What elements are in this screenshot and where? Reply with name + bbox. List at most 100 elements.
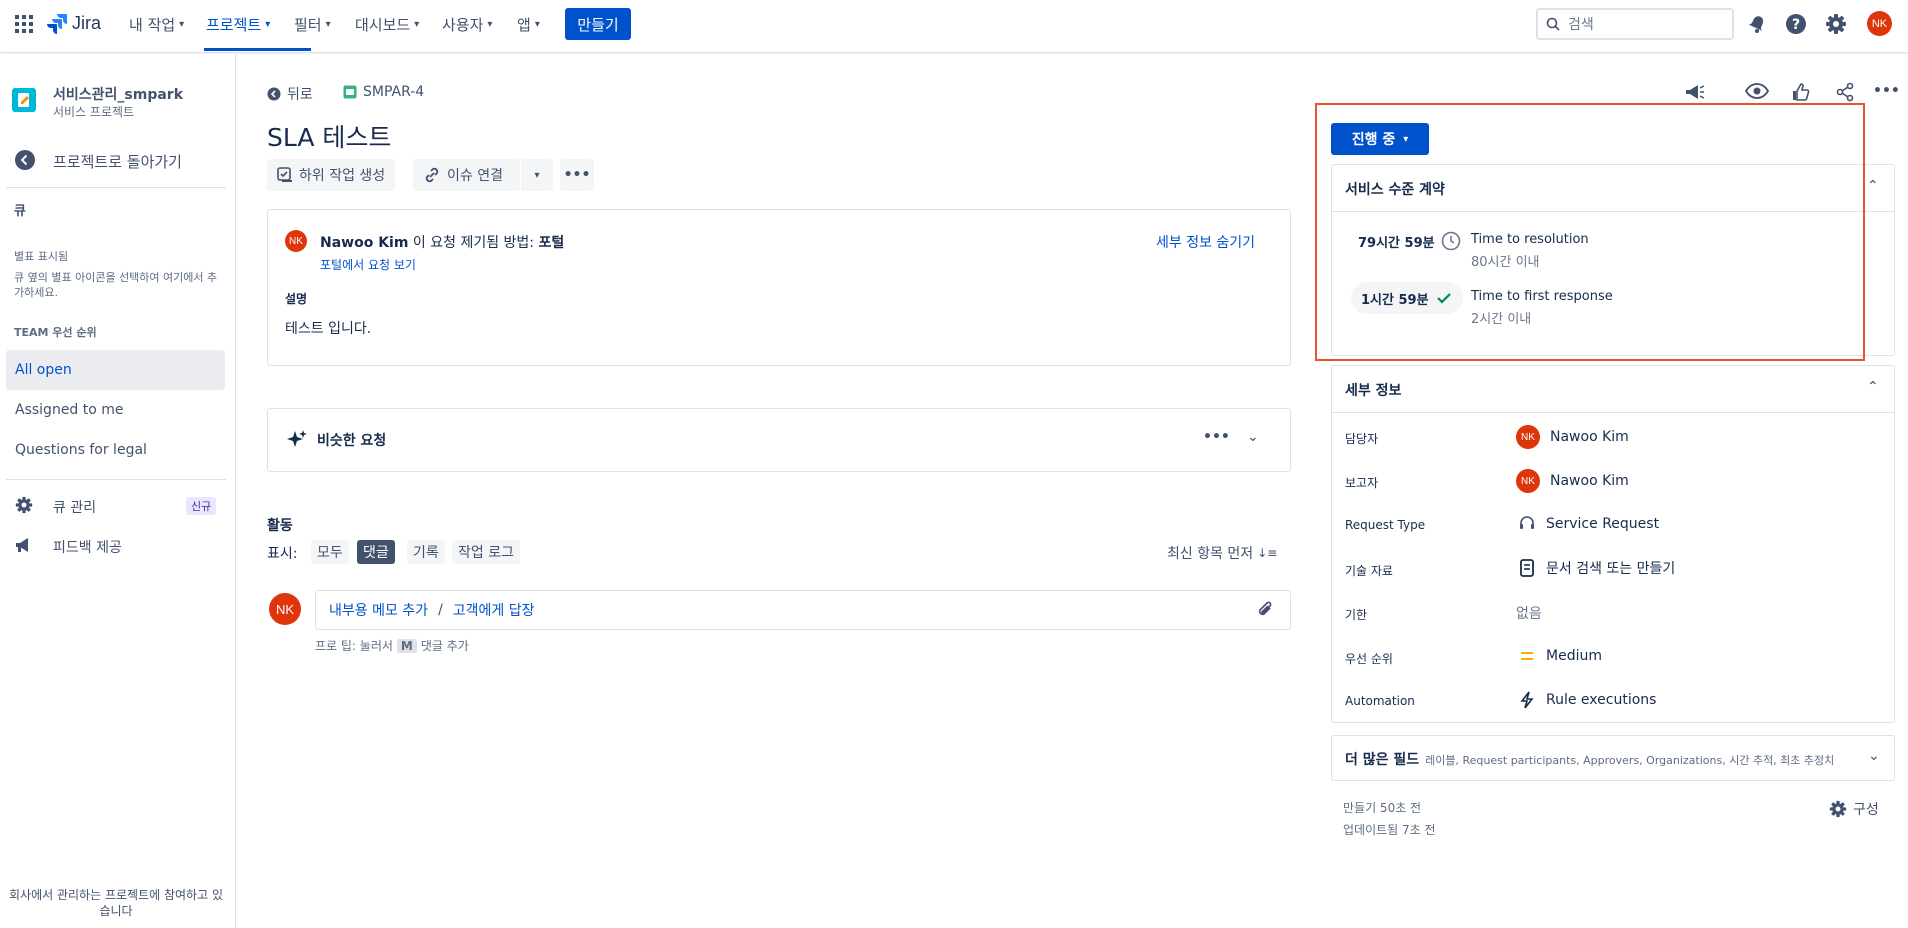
subtask-icon [277,167,292,182]
issue-key-link[interactable]: SMPAR-4 [343,84,424,100]
highlight-annotation-box [1315,103,1865,361]
add-internal-note[interactable]: 내부용 메모 추가 [329,600,428,620]
more-actions-button[interactable]: ••• [560,159,594,191]
view-in-portal-link[interactable]: 포털에서 요청 보기 [320,256,416,273]
chevron-down-icon: ▾ [414,18,420,30]
nav-label: 내 작업 [129,15,176,34]
link-icon [425,167,439,183]
hide-details-link[interactable]: 세부 정보 숨기기 [1156,232,1255,252]
request-details-card: NK Nawoo Kim 이 요청 제기됨 방법: 포털 포털에서 요청 보기 … [267,209,1291,366]
priority-field[interactable]: Medium [1518,647,1602,665]
reporter-name[interactable]: Nawoo Kim [320,235,408,251]
due-date-field[interactable]: 없음 [1516,603,1542,623]
app-switcher-icon[interactable] [14,14,34,34]
product-name: Jira [72,12,102,33]
created-time: 만들기 50초 전 [1343,801,1422,815]
back-link[interactable]: 뒤로 [267,84,313,104]
user-avatar[interactable]: NK [1867,11,1892,36]
create-button[interactable]: 만들기 [565,8,631,40]
chevron-down-icon: ▾ [534,169,540,181]
collapse-chevron-up-icon[interactable]: ⌃ [1867,178,1879,194]
issue-title[interactable]: SLA 테스트 [267,118,391,154]
queue-questions-for-legal[interactable]: Questions for legal [15,442,147,458]
chevron-down-icon[interactable]: ⌄ [1868,748,1880,764]
back-to-projects-link[interactable]: 프로젝트로 돌아가기 [53,151,182,172]
search-icon [1546,17,1560,31]
configure-label: 구성 [1853,802,1879,818]
request-type-field[interactable]: Service Request [1518,515,1659,533]
attachment-icon[interactable] [1256,600,1274,618]
automation-field[interactable]: Rule executions [1518,691,1656,709]
search-input[interactable]: 검색 [1536,8,1734,40]
reply-to-customer[interactable]: 고객에게 답장 [453,600,535,620]
more-options-icon[interactable]: ••• [1873,83,1900,99]
description-text[interactable]: 테스트 입니다. [285,318,371,338]
filter-all[interactable]: 모두 [311,540,349,564]
team-priority-title: TEAM 우선 순위 [14,326,97,339]
give-feedback-link[interactable]: 피드백 제공 [53,537,122,557]
configure-button[interactable]: 구성 [1829,799,1879,819]
sort-label: 최신 항목 먼저 [1167,546,1254,562]
configure-gear-icon [1829,800,1847,818]
sidebar-divider [6,479,226,480]
knowledge-base-label: 기술 자료 [1345,564,1393,578]
link-issue-button[interactable]: 이슈 연결 [413,159,520,191]
project-name[interactable]: 서비스관리_smpark [53,84,183,104]
nav-active-indicator [204,48,311,51]
filter-worklog[interactable]: 작업 로그 [452,540,520,564]
collapse-chevron-up-icon[interactable]: ⌃ [1867,379,1879,395]
filter-history[interactable]: 기록 [407,540,445,564]
comment-separator: / [438,602,443,618]
new-badge: 신규 [186,497,217,515]
current-user-avatar: NK [269,593,301,625]
nav-people[interactable]: 사용자 ▾ [442,14,492,34]
back-arrow-icon[interactable] [14,149,36,171]
back-label: 뒤로 [287,87,313,103]
show-label: 표시: [267,546,298,562]
nav-my-work[interactable]: 내 작업 ▾ [129,14,184,34]
pro-tip: 프로 팁: 눌러서 M 댓글 추가 [315,637,469,654]
knowledge-base-field[interactable]: 문서 검색 또는 만들기 [1518,558,1675,578]
notifications-icon[interactable] [1746,13,1768,35]
more-dots-icon: ••• [563,167,591,183]
link-issue-dropdown[interactable]: ▾ [521,159,553,191]
updated-time: 업데이트됨 7초 전 [1343,823,1436,837]
sort-newest-first[interactable]: 최신 항목 먼저 ↓≡ [1167,543,1277,563]
comment-box[interactable]: 내부용 메모 추가 / 고객에게 답장 [315,590,1291,630]
nav-label: 필터 [294,15,322,34]
chevron-down-icon: ▾ [487,18,493,30]
jira-logo[interactable]: Jira [46,12,101,34]
create-subtask-button[interactable]: 하위 작업 생성 [267,159,396,191]
request-type-value: Service Request [1546,516,1660,532]
reporter-avatar: NK [285,230,307,252]
watch-eye-icon[interactable] [1745,82,1769,100]
similar-more-icon[interactable]: ••• [1203,429,1230,445]
help-icon[interactable]: ? [1785,13,1807,35]
nav-dashboards[interactable]: 대시보드 ▾ [355,14,419,34]
automation-value: Rule executions [1546,692,1657,708]
reporter-field[interactable]: NK Nawoo Kim [1516,469,1629,493]
queue-assigned-to-me[interactable]: Assigned to me [15,402,124,418]
assignee-field[interactable]: NK Nawoo Kim [1516,425,1629,449]
project-sidebar: 서비스관리_smpark 서비스 프로젝트 프로젝트로 돌아가기 큐 별표 표시… [0,54,236,928]
nav-projects[interactable]: 프로젝트 ▾ [206,14,270,34]
sort-icon: ↓≡ [1257,546,1278,560]
more-fields-list: 레이블, Request participants, Approvers, Or… [1425,754,1835,767]
nav-filters[interactable]: 필터 ▾ [294,14,331,34]
queue-manage-link[interactable]: 큐 관리 [53,497,96,517]
filter-comments[interactable]: 댓글 [357,540,395,564]
jira-icon [47,14,67,34]
details-panel: 세부 정보 ⌃ 담당자 NK Nawoo Kim 보고자 NK Nawoo Ki… [1331,365,1895,723]
share-icon[interactable] [1835,82,1855,102]
megaphone-icon [14,536,34,554]
request-type-label: Request Type [1345,518,1426,532]
queue-all-open[interactable]: All open [15,362,72,378]
feedback-megaphone-icon[interactable] [1684,83,1706,101]
chevron-down-icon[interactable]: ⌄ [1247,429,1259,445]
issue-key: SMPAR-4 [363,84,425,100]
similar-requests-card[interactable]: 비슷한 요청 ••• ⌄ [267,408,1291,472]
settings-gear-icon[interactable] [1825,13,1847,35]
more-fields-panel[interactable]: 더 많은 필드 레이블, Request participants, Appro… [1331,735,1895,781]
nav-apps[interactable]: 앱 ▾ [517,14,540,34]
vote-thumbs-up-icon[interactable] [1791,82,1811,102]
